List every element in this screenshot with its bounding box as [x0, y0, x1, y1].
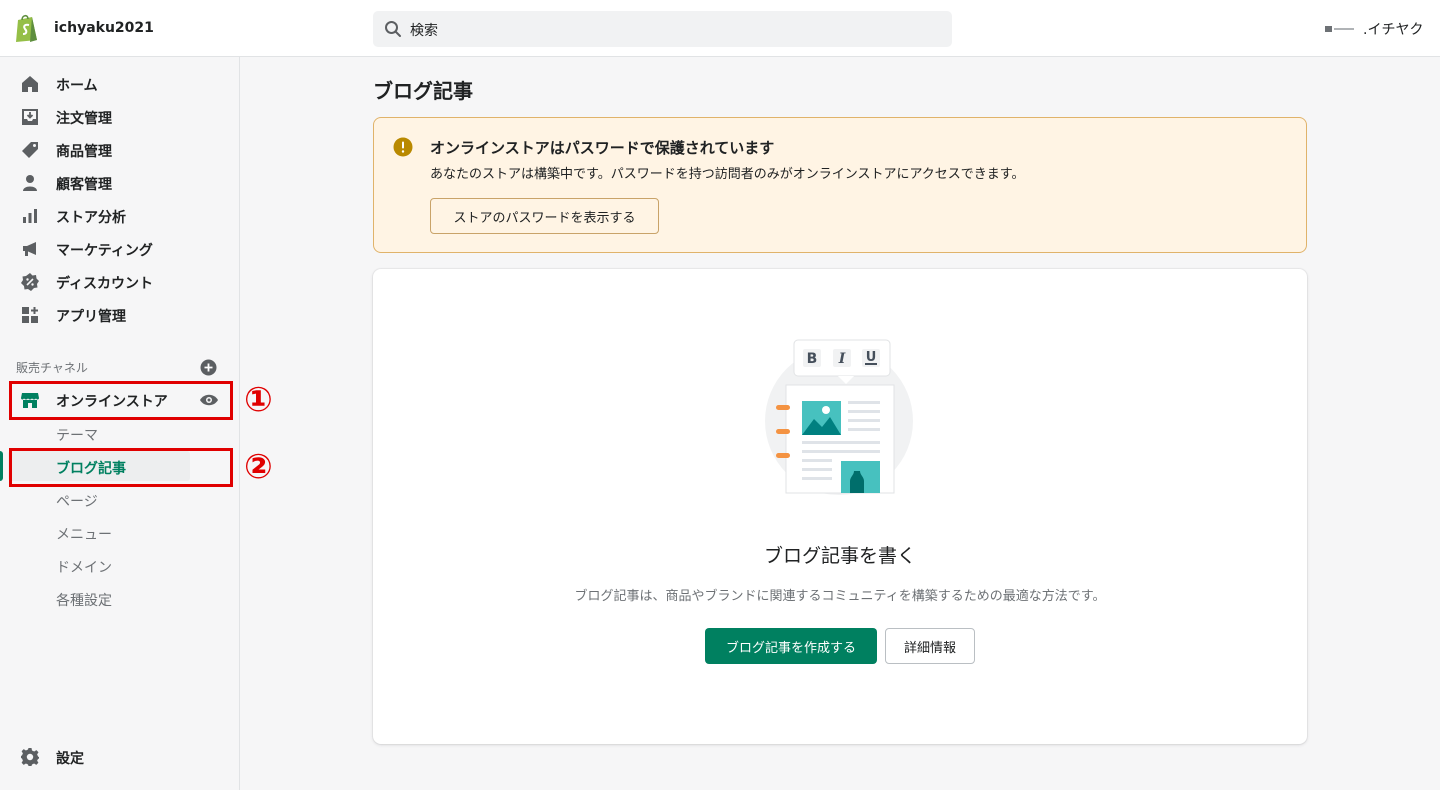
- person-icon: [23, 175, 37, 191]
- store-name[interactable]: ichyaku2021: [54, 20, 154, 36]
- search-icon: [385, 21, 401, 37]
- annotation-number-1: ①: [244, 380, 273, 420]
- megaphone-icon: [23, 242, 36, 256]
- banner-text: あなたのストアは構築中です。パスワードを持つ訪問者のみがオンラインストアにアクセ…: [430, 167, 1025, 182]
- sidebar-subitem-preferences[interactable]: 各種設定: [0, 583, 240, 613]
- plus-circle-icon[interactable]: [200, 359, 217, 376]
- user-menu[interactable]: .イチヤク: [1363, 19, 1423, 39]
- sidebar-subitem-menus[interactable]: メニュー: [0, 517, 240, 547]
- svg-text:B: B: [807, 351, 818, 367]
- svg-text:U: U: [866, 350, 877, 365]
- blog-editor-illustration-icon: B I U: [765, 339, 913, 495]
- sales-channels-heading: 販売チャネル: [16, 361, 88, 375]
- home-icon: [22, 76, 38, 92]
- analytics-icon: [23, 209, 37, 223]
- search-bar[interactable]: 検索: [373, 11, 952, 47]
- active-indicator: [0, 451, 3, 481]
- search-input[interactable]: 検索: [410, 20, 438, 40]
- orders-icon: [22, 109, 38, 125]
- svg-text:I: I: [838, 351, 846, 367]
- sidebar-item-orders[interactable]: 注文管理: [0, 101, 240, 133]
- sidebar-item-settings[interactable]: 設定: [0, 741, 240, 773]
- shopify-logo-icon[interactable]: [14, 13, 40, 43]
- warning-icon: [393, 137, 413, 157]
- gear-icon: [21, 748, 39, 766]
- discount-icon: [21, 273, 39, 291]
- blog-empty-state-card: B I U ブログ記事を書く ブログ記事は、商品やブランドに関連するコミュニティ…: [373, 269, 1307, 744]
- sidebar-item-apps[interactable]: アプリ管理: [0, 299, 240, 331]
- annotation-box-1: [9, 381, 233, 420]
- sidebar-item-products[interactable]: 商品管理: [0, 134, 240, 166]
- brand-logo-icon: [1325, 26, 1354, 32]
- top-bar: ichyaku2021 検索 .イチヤク: [0, 0, 1440, 57]
- sidebar-item-discounts[interactable]: ディスカウント: [0, 266, 240, 298]
- sidebar: ホーム 注文管理 商品管理 顧客管理 ストア分析 マーケティング ディスカウント…: [0, 57, 240, 790]
- sidebar-item-marketing[interactable]: マーケティング: [0, 233, 240, 265]
- tag-icon: [22, 142, 38, 158]
- create-blog-post-button[interactable]: ブログ記事を作成する: [705, 628, 877, 664]
- password-warning-banner: オンラインストアはパスワードで保護されています あなたのストアは構築中です。パス…: [373, 117, 1307, 253]
- sidebar-item-home[interactable]: ホーム: [0, 68, 240, 100]
- apps-icon: [22, 307, 38, 323]
- sidebar-subitem-themes[interactable]: テーマ: [0, 418, 240, 448]
- sidebar-subitem-domains[interactable]: ドメイン: [0, 550, 240, 580]
- empty-state-description: ブログ記事は、商品やブランドに関連するコミュニティを構築するための最適な方法です…: [574, 589, 1106, 604]
- annotation-number-2: ②: [244, 447, 273, 487]
- show-password-button[interactable]: ストアのパスワードを表示する: [430, 198, 659, 234]
- empty-state-title: ブログ記事を書く: [763, 545, 916, 567]
- learn-more-button[interactable]: 詳細情報: [885, 628, 975, 664]
- annotation-box-2: [9, 448, 233, 487]
- sidebar-item-customers[interactable]: 顧客管理: [0, 167, 240, 199]
- banner-title: オンラインストアはパスワードで保護されています: [430, 139, 775, 157]
- sidebar-item-analytics[interactable]: ストア分析: [0, 200, 240, 232]
- page-title: ブログ記事: [373, 79, 473, 103]
- sidebar-subitem-pages[interactable]: ページ: [0, 484, 240, 514]
